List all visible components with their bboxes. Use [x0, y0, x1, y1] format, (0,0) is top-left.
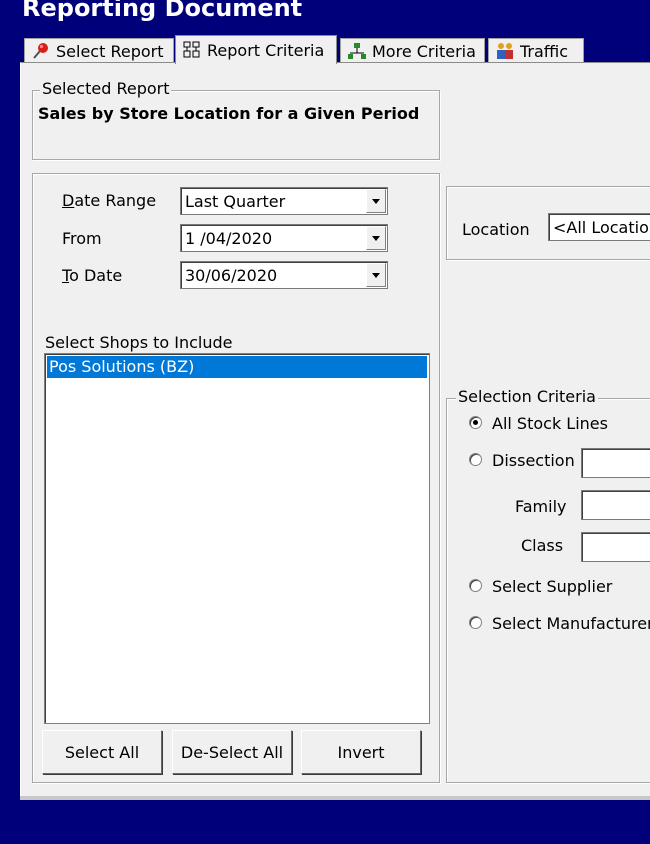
to-date-picker[interactable]: 30/06/2020: [180, 261, 388, 289]
from-date-value: 1 /04/2020: [185, 228, 273, 248]
date-range-label: Date Range: [62, 191, 157, 210]
people-icon: [497, 43, 513, 59]
tab-label: More Criteria: [372, 41, 476, 61]
dissection-label: Dissection: [492, 451, 575, 470]
select-all-button[interactable]: Select All: [42, 730, 162, 774]
supplier-radio[interactable]: [469, 579, 482, 592]
window-title: Reporting Document: [22, 0, 303, 22]
family-field[interactable]: [581, 490, 650, 520]
tab-label: Select Report: [56, 41, 164, 61]
manufacturer-label: Select Manufacturer: [492, 614, 650, 633]
class-label: Class: [521, 536, 564, 555]
class-field[interactable]: [581, 532, 650, 562]
dissection-field[interactable]: [581, 448, 650, 478]
family-label: Family: [515, 497, 567, 516]
shops-label: Select Shops to Include: [45, 333, 233, 352]
deselect-all-button[interactable]: De-Select All: [172, 730, 292, 774]
from-label: From: [62, 229, 102, 248]
dropdown-button[interactable]: [366, 263, 386, 287]
location-label: Location: [462, 220, 530, 239]
invert-button[interactable]: Invert: [301, 730, 421, 774]
all-stock-radio[interactable]: [469, 416, 482, 429]
tab-label: Traffic: [520, 41, 569, 61]
tab-label: Report Criteria: [207, 40, 325, 60]
selected-report-legend: Selected Report: [40, 79, 172, 98]
tab-select-report[interactable]: Select Report: [24, 38, 174, 63]
chevron-down-icon: [372, 235, 380, 241]
selection-criteria-legend: Selection Criteria: [456, 387, 598, 406]
dropdown-button[interactable]: [366, 189, 386, 213]
shops-listbox[interactable]: Pos Solutions (BZ): [44, 353, 430, 724]
chevron-down-icon: [372, 198, 380, 204]
selected-report-group: [32, 90, 440, 160]
chevron-down-icon: [372, 272, 380, 278]
date-range-select[interactable]: Last Quarter: [180, 187, 388, 215]
pin-icon: [33, 43, 48, 59]
list-item[interactable]: Pos Solutions (BZ): [47, 356, 427, 378]
criteria-icon: [183, 41, 200, 58]
location-value: <All Location: [553, 217, 650, 237]
dissection-radio[interactable]: [469, 453, 482, 466]
to-date-value: 30/06/2020: [185, 265, 278, 285]
all-stock-label: All Stock Lines: [492, 414, 608, 433]
tab-report-criteria[interactable]: Report Criteria: [175, 35, 337, 64]
to-date-label: To Date: [62, 266, 123, 285]
manufacturer-radio[interactable]: [469, 616, 482, 629]
from-date-picker[interactable]: 1 /04/2020: [180, 224, 388, 252]
to-date-label-text: o Date: [69, 266, 123, 285]
tab-more-criteria[interactable]: More Criteria: [340, 38, 485, 63]
tab-traffic[interactable]: Traffic: [488, 38, 584, 63]
date-range-value: Last Quarter: [185, 191, 286, 211]
panel-edge: [20, 796, 650, 800]
location-select[interactable]: <All Location: [548, 213, 650, 241]
supplier-label: Select Supplier: [492, 577, 613, 596]
selected-report-name: Sales by Store Location for a Given Peri…: [38, 104, 420, 123]
date-range-label-text: ate Range: [74, 191, 157, 210]
network-icon: [348, 43, 366, 59]
dropdown-button[interactable]: [366, 226, 386, 250]
